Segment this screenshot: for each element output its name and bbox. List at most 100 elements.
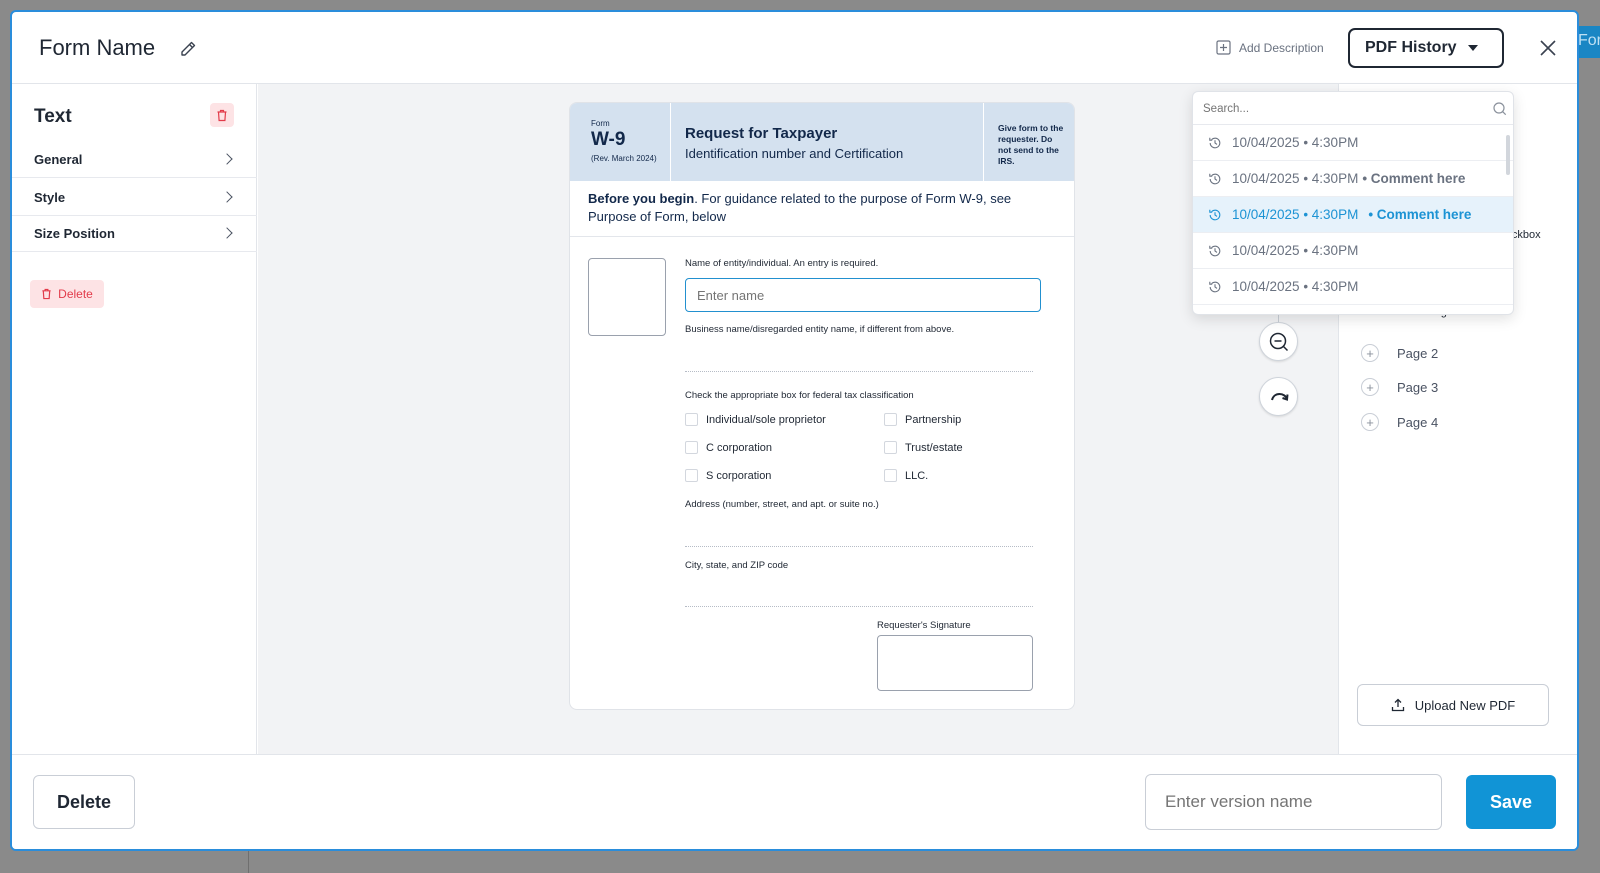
add-description-label: Add Description <box>1239 40 1324 55</box>
rotate-icon <box>1270 392 1288 401</box>
background-bottom <box>248 848 1600 873</box>
plus-icon[interactable]: + <box>1361 378 1379 396</box>
form-editor-modal: Form Name Add Description PDF History Te… <box>10 10 1579 851</box>
history-item-selected[interactable]: 10/04/2025 • 4:30PM • Comment here <box>1193 197 1513 233</box>
save-button[interactable]: Save <box>1466 775 1556 829</box>
address-line[interactable] <box>685 546 1033 547</box>
form-small-label: Form <box>591 119 610 128</box>
intro-text: Before you begin. For guidance related t… <box>588 190 1048 226</box>
checkbox[interactable] <box>884 413 897 426</box>
tree-page-4[interactable]: + Page 4 <box>1361 413 1438 431</box>
history-icon <box>1209 245 1221 256</box>
history-icon <box>1209 281 1221 292</box>
form-title-block: Request for Taxpayer Identification numb… <box>671 103 984 181</box>
checkbox-c-corporation[interactable]: C corporation <box>685 441 772 454</box>
pdf-history-button[interactable]: PDF History <box>1348 28 1504 68</box>
history-item[interactable]: 10/04/2025 • 4:30PM <box>1193 269 1513 305</box>
form-number: W-9 <box>591 129 626 150</box>
address-label: Address (number, street, and apt. or sui… <box>685 499 879 510</box>
document-subtitle: Identification number and Certification <box>685 146 904 161</box>
properties-panel: Text General Style Size Position Delete <box>12 84 257 754</box>
city-label: City, state, and ZIP code <box>685 560 789 571</box>
intro-bold: Before you begin <box>588 191 695 206</box>
history-comment: • Comment here <box>1362 171 1466 186</box>
chevron-right-icon <box>221 191 233 203</box>
checkbox-llc[interactable]: LLC. <box>884 469 928 482</box>
form-id-block: Form W-9 (Rev. March 2024) <box>570 103 671 181</box>
zoom-out-button[interactable] <box>1259 322 1298 361</box>
history-icon <box>1209 209 1221 220</box>
checkbox[interactable] <box>884 441 897 454</box>
checkbox-label: Trust/estate <box>905 441 963 454</box>
upload-label: Upload New PDF <box>1414 697 1516 713</box>
signature-box[interactable] <box>877 635 1033 691</box>
tree-page-2[interactable]: + Page 2 <box>1361 344 1438 362</box>
history-search-input[interactable] <box>1193 92 1513 125</box>
close-icon[interactable] <box>1538 38 1558 58</box>
section-style-label: Style <box>34 190 66 205</box>
version-name-input[interactable] <box>1145 774 1442 830</box>
checkbox-partnership[interactable]: Partnership <box>884 413 961 426</box>
signature-label: Requester's Signature <box>877 620 971 631</box>
rotate-button[interactable] <box>1259 377 1298 416</box>
tree-page-3[interactable]: + Page 3 <box>1361 378 1438 396</box>
pdf-document: Form W-9 (Rev. March 2024) Request for T… <box>569 102 1075 710</box>
trash-icon <box>217 109 227 121</box>
pdf-history-dropdown: 10/04/2025 • 4:30PM 10/04/2025 • 4:30PM … <box>1192 91 1514 315</box>
history-date: 10/04/2025 • 4:30PM <box>1232 279 1359 294</box>
section-style[interactable]: Style <box>12 180 257 216</box>
trash-icon <box>42 288 51 300</box>
plus-icon[interactable]: + <box>1361 344 1379 362</box>
divider <box>570 236 1074 237</box>
name-input[interactable] <box>685 278 1041 312</box>
form-revision: (Rev. March 2024) <box>591 154 657 163</box>
upload-new-pdf-button[interactable]: Upload New PDF <box>1357 684 1549 726</box>
pdf-history-label: PDF History <box>1365 39 1457 56</box>
checkbox[interactable] <box>685 441 698 454</box>
business-name-line[interactable] <box>685 371 1033 372</box>
history-comment: • Comment here <box>1368 207 1472 222</box>
checkbox[interactable] <box>685 413 698 426</box>
section-size-position-label: Size Position <box>34 226 115 241</box>
history-date: 10/04/2025 • 4:30PM <box>1232 135 1359 150</box>
checkbox-label: C corporation <box>706 441 773 454</box>
chevron-right-icon <box>221 227 233 239</box>
trash-icon-button[interactable] <box>210 103 234 127</box>
delete-field-label: Delete <box>58 287 93 301</box>
delete-button[interactable]: Delete <box>33 775 135 829</box>
history-date: 10/04/2025 • 4:30PM <box>1232 207 1359 222</box>
form-title: Form Name <box>39 35 156 60</box>
city-line[interactable] <box>685 606 1033 607</box>
checkbox[interactable] <box>685 469 698 482</box>
section-general[interactable]: General <box>12 142 257 178</box>
checkbox-label: Individual/sole proprietor <box>706 413 826 426</box>
document-header: Form W-9 (Rev. March 2024) Request for T… <box>570 103 1074 181</box>
history-item[interactable]: 10/04/2025 • 4:30PM • Comment here <box>1193 161 1513 197</box>
checkbox-label: S corporation <box>706 469 772 482</box>
scrollbar-thumb[interactable] <box>1506 135 1510 175</box>
page-label: Page 4 <box>1397 414 1439 430</box>
chevron-right-icon <box>221 153 233 165</box>
section-general-label: General <box>34 152 83 167</box>
zoom-out-icon <box>1269 332 1288 351</box>
irs-note: Give form to the requester. Do not send … <box>998 123 1064 166</box>
checkbox-trust-estate[interactable]: Trust/estate <box>884 441 963 454</box>
image-placeholder[interactable] <box>588 258 666 336</box>
name-label: Name of entity/individual. An entry is r… <box>685 258 879 269</box>
history-date: 10/04/2025 • 4:30PM <box>1232 243 1359 258</box>
plus-icon[interactable]: + <box>1361 413 1379 431</box>
checkbox-s-corporation[interactable]: S corporation <box>685 469 771 482</box>
checkbox-label: Partnership <box>905 413 962 426</box>
delete-field-button[interactable]: Delete <box>30 280 104 308</box>
section-size-position[interactable]: Size Position <box>12 216 257 252</box>
checkbox[interactable] <box>884 469 897 482</box>
modal-header: Form Name Add Description PDF History <box>12 12 1577 84</box>
checkbox-individual[interactable]: Individual/sole proprietor <box>685 413 826 426</box>
add-description-button[interactable]: Add Description <box>1216 40 1324 55</box>
pencil-icon[interactable] <box>178 39 198 59</box>
caret-down-icon <box>1468 45 1478 51</box>
history-item[interactable]: 10/04/2025 • 4:30PM <box>1193 233 1513 269</box>
history-date: 10/04/2025 • 4:30PM <box>1232 171 1359 186</box>
checkbox-label: LLC. <box>905 469 929 482</box>
history-item[interactable]: 10/04/2025 • 4:30PM <box>1193 125 1513 161</box>
